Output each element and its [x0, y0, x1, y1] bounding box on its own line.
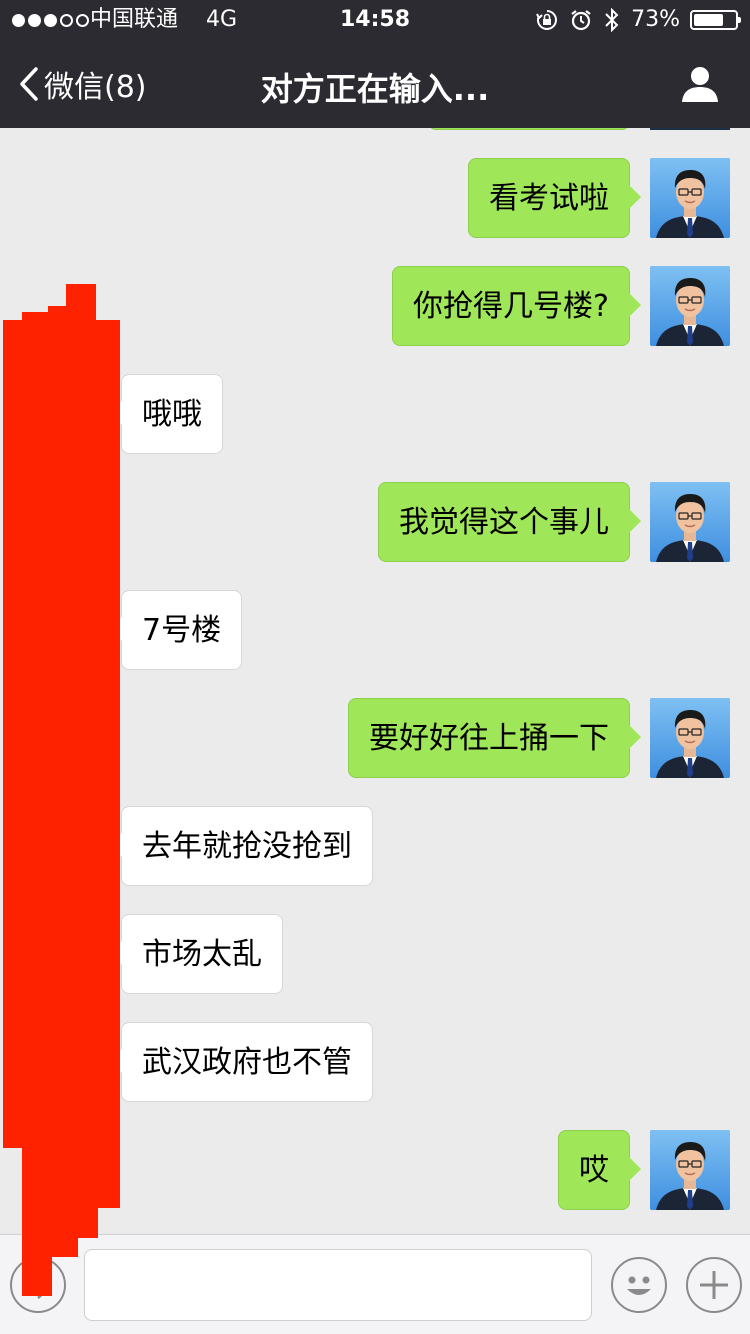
- user-avatar[interactable]: [650, 1130, 730, 1210]
- message-text: 7号楼: [142, 613, 222, 648]
- voice-button[interactable]: [10, 1257, 66, 1313]
- message-bubble[interactable]: 看考试啦: [468, 158, 641, 238]
- status-icons: 73%: [535, 0, 741, 40]
- top-bar: 中国联通 4G 14:58 73% 微信(8) 对方正在输入...: [0, 0, 750, 128]
- profile-button[interactable]: [680, 64, 720, 104]
- message-text: 市场太乱: [142, 937, 262, 972]
- battery-percentage: 73%: [631, 7, 680, 32]
- message-text: 哦哦: [142, 397, 202, 432]
- user-avatar[interactable]: [650, 158, 730, 238]
- plus-button[interactable]: [686, 1257, 742, 1313]
- emoji-button[interactable]: [611, 1257, 667, 1313]
- received-message: 武汉政府也不管: [0, 1022, 750, 1102]
- message-bubble[interactable]: 去年就抢没抢到: [110, 806, 373, 886]
- message-bubble[interactable]: 我觉得这个事儿: [378, 482, 641, 562]
- received-message: 去年就抢没抢到: [0, 806, 750, 886]
- message-bubble[interactable]: 7号楼: [109, 590, 243, 670]
- user-avatar[interactable]: [650, 482, 730, 562]
- previous-message-avatar: [650, 128, 730, 130]
- user-avatar[interactable]: [650, 698, 730, 778]
- message-bubble[interactable]: 武汉政府也不管: [110, 1022, 373, 1102]
- input-bar: [0, 1234, 750, 1334]
- sent-message: 要好好往上捅一下: [0, 698, 750, 778]
- previous-message-bubble: [428, 128, 630, 130]
- page-title: 对方正在输入...: [260, 70, 490, 108]
- chat-area[interactable]: 看考试啦你抢得几号楼? 哦哦我觉得这个事儿 7号楼要好好往上捅一下去年就抢没抢到 市场…: [0, 128, 750, 1234]
- message-bubble[interactable]: 你抢得几号楼?: [392, 266, 641, 346]
- message-text: 我觉得这个事儿: [399, 505, 609, 540]
- profile-icon: [682, 67, 718, 102]
- emoji-icon: [627, 1276, 651, 1295]
- status-bar: 中国联通 4G 14:58 73%: [0, 0, 750, 40]
- message-text: 去年就抢没抢到: [142, 829, 352, 864]
- message-text: 你抢得几号楼?: [413, 289, 609, 324]
- sent-message: 你抢得几号楼?: [0, 266, 750, 346]
- chevron-left-icon: [20, 67, 38, 101]
- orientation-lock-icon: [536, 10, 558, 30]
- navigation-bar: 微信(8) 对方正在输入...: [0, 40, 750, 128]
- voice-icon: [31, 1270, 46, 1300]
- received-message: 市场太乱: [0, 914, 750, 994]
- message-bubble[interactable]: 市场太乱: [110, 914, 283, 994]
- message-text: 武汉政府也不管: [142, 1045, 352, 1080]
- received-message: 7号楼: [0, 590, 750, 670]
- plus-icon: [700, 1271, 728, 1299]
- user-avatar[interactable]: [650, 266, 730, 346]
- sent-message: 看考试啦: [0, 158, 750, 238]
- message-text: 看考试啦: [489, 181, 609, 216]
- received-message: 哦哦: [0, 374, 750, 454]
- message-text: 哎: [579, 1153, 609, 1188]
- battery-icon: [690, 10, 741, 30]
- message-bubble[interactable]: 哎: [558, 1130, 641, 1210]
- sent-message: 哎: [0, 1130, 750, 1210]
- battery-level: [694, 14, 723, 26]
- message-input[interactable]: [84, 1249, 592, 1321]
- sent-message: 我觉得这个事儿: [0, 482, 750, 562]
- alarm-icon: [571, 10, 591, 31]
- bluetooth-icon: [605, 7, 619, 33]
- message-bubble[interactable]: 哦哦: [110, 374, 223, 454]
- message-text: 要好好往上捅一下: [369, 721, 609, 756]
- message-bubble[interactable]: 要好好往上捅一下: [348, 698, 641, 778]
